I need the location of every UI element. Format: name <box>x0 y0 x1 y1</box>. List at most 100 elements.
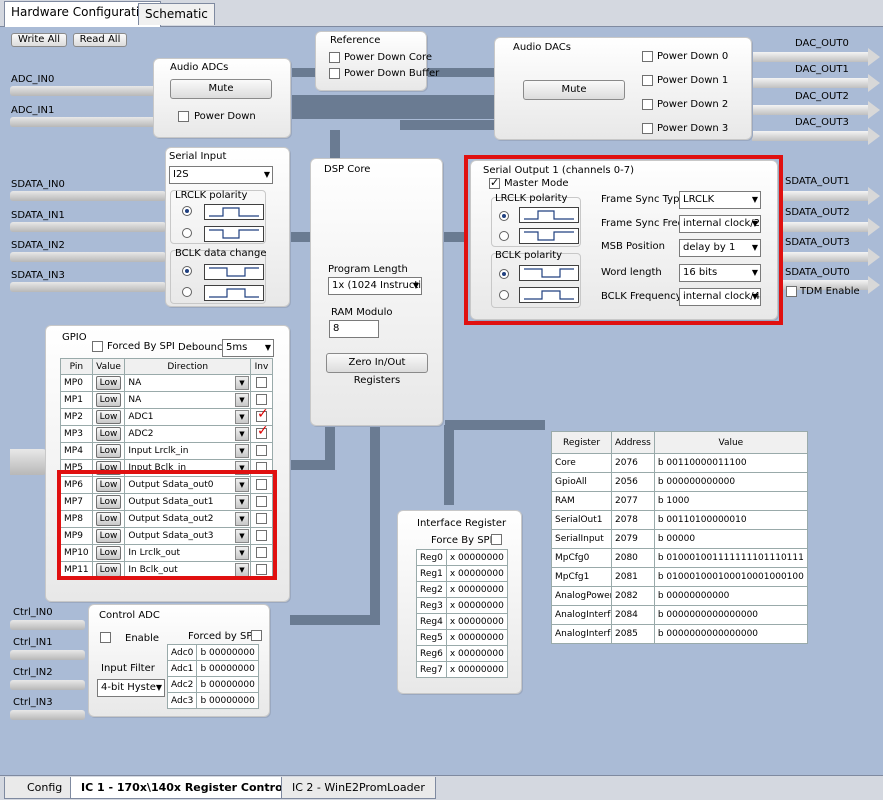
bus-ctrl-iface <box>290 615 380 625</box>
gpio-inv-checkbox[interactable] <box>256 377 267 388</box>
chevron-down-icon[interactable]: ▼ <box>235 444 249 458</box>
chevron-down-icon[interactable]: ▼ <box>235 410 249 424</box>
si-lrclk-radio-1[interactable] <box>182 206 192 216</box>
dac-pd2-label: Power Down 2 <box>657 99 729 110</box>
dac-pd2-checkbox[interactable] <box>642 99 653 110</box>
iface-reg-value[interactable]: x 00000000 <box>445 549 508 566</box>
adc-power-down-checkbox[interactable] <box>178 111 189 122</box>
sdata-in0-line <box>10 191 166 201</box>
tdm-enable-checkbox[interactable] <box>786 286 797 297</box>
si-bclk-radio-2[interactable] <box>182 287 192 297</box>
gpio-direction-cell[interactable]: Input Lrclk_in ▼ <box>124 442 251 460</box>
adc-value[interactable]: b 00000000 <box>196 692 259 709</box>
register-address: 2085 <box>611 624 655 644</box>
gpio-direction-cell[interactable]: ADC1 ▼ <box>124 408 251 426</box>
ctrl-in2-line <box>10 680 85 690</box>
bus-gpio-vert <box>325 420 335 470</box>
register-value[interactable]: b 0000000000000000 <box>653 605 808 625</box>
tab-ic2-e2promloader[interactable]: IC 2 - WinE2PromLoader <box>281 777 436 799</box>
register-address: 2081 <box>611 567 655 587</box>
chevron-down-icon[interactable]: ▼ <box>235 427 249 441</box>
adc-in1-label: ADC_IN1 <box>11 105 55 116</box>
gpio-value-button[interactable]: Low <box>95 393 122 407</box>
dac-mute-button[interactable]: Mute <box>523 80 625 100</box>
adc-mute-button[interactable]: Mute <box>170 79 272 99</box>
tab-ic1-register-control[interactable]: IC 1 - 170x\140x Register Control <box>70 777 298 799</box>
register-value[interactable]: b 00000 <box>653 529 808 549</box>
gpio-inv-checkbox[interactable] <box>256 394 267 405</box>
adc-value[interactable]: b 00000000 <box>196 676 259 693</box>
register-value[interactable]: b 00110000011100 <box>653 453 808 473</box>
gpio-inv-checkbox[interactable] <box>256 410 269 422</box>
control-adc-forced-checkbox[interactable] <box>251 630 262 641</box>
input-filter-select[interactable]: 4-bit Hyste <box>97 679 165 697</box>
register-value[interactable]: b 0000000000000000 <box>653 624 808 644</box>
gpio-value-button[interactable]: Low <box>95 427 122 441</box>
chevron-down-icon[interactable]: ▼ <box>235 376 249 390</box>
register-value[interactable]: b 000000000000 <box>653 472 808 492</box>
register-value[interactable]: b 00110100000010 <box>653 510 808 530</box>
gpio-direction-cell[interactable]: NA ▼ <box>124 391 251 409</box>
ram-modulo-input[interactable]: 8 <box>329 320 379 338</box>
pd-core-checkbox[interactable] <box>329 52 340 63</box>
program-length-select[interactable]: 1x (1024 Instructi <box>328 277 422 295</box>
gpio-value-button[interactable]: Low <box>95 410 122 424</box>
write-all-button[interactable]: Write All <box>11 33 67 47</box>
gpio-value-button[interactable]: Low <box>95 444 122 458</box>
adc-value[interactable]: b 00000000 <box>196 644 259 661</box>
dac-pd1-checkbox[interactable] <box>642 75 653 86</box>
sdata-out2-arrow <box>782 218 880 236</box>
serial-input-panel: Serial Input I2S LRCLK polarity BCLK dat… <box>165 147 290 307</box>
gpio-value-cell: Low <box>91 391 126 409</box>
iface-force-spi-checkbox[interactable] <box>491 534 502 545</box>
dac-pd0-label: Power Down 0 <box>657 51 729 62</box>
tab-schematic[interactable]: Schematic <box>138 3 215 25</box>
dac-pd3-checkbox[interactable] <box>642 123 653 134</box>
input-filter-label: Input Filter <box>101 663 155 674</box>
iface-reg-value[interactable]: x 00000000 <box>445 597 508 614</box>
debounce-select[interactable]: 5ms <box>222 339 274 357</box>
gpio-inv-checkbox[interactable] <box>256 445 267 456</box>
chevron-down-icon[interactable]: ▼ <box>235 393 249 407</box>
gpio-value-button[interactable]: Low <box>95 376 122 390</box>
si-bclk-radio-1[interactable] <box>182 266 192 276</box>
register-row: SerialOut1 2078 b 00110100000010 <box>551 510 808 530</box>
iface-reg-value[interactable]: x 00000000 <box>445 645 508 662</box>
iface-row: Reg1 x 00000000 <box>416 565 508 582</box>
bus-main <box>255 95 495 119</box>
register-value[interactable]: b 00000000000 <box>653 586 808 606</box>
register-name: MpCfg1 <box>551 567 612 587</box>
gpio-direction-cell[interactable]: NA ▼ <box>124 374 251 392</box>
bus-serial-dsp <box>290 232 310 242</box>
gpio-direction: ADC2 <box>128 429 154 439</box>
iface-reg-value[interactable]: x 00000000 <box>445 581 508 598</box>
audio-adcs-panel: Audio ADCs Mute Power Down <box>153 58 291 138</box>
tab-config[interactable]: Config <box>4 777 74 799</box>
si-lrclk-radio-2[interactable] <box>182 228 192 238</box>
dac-out3-arrow <box>752 127 880 145</box>
serial-input-format-select[interactable]: I2S <box>169 166 273 184</box>
sdata-out1-label: SDATA_OUT1 <box>785 176 850 187</box>
zero-registers-button[interactable]: Zero In/Out Registers <box>326 353 428 386</box>
iface-reg-value[interactable]: x 00000000 <box>445 613 508 630</box>
register-value[interactable]: b 010001001111111101110111 <box>653 548 808 568</box>
iface-reg-value[interactable]: x 00000000 <box>445 565 508 582</box>
iface-reg-value[interactable]: x 00000000 <box>445 629 508 646</box>
register-value[interactable]: b 1000 <box>653 491 808 511</box>
control-adc-enable-checkbox[interactable] <box>100 632 111 643</box>
gpio-inv-checkbox[interactable] <box>256 427 269 439</box>
iface-reg-value[interactable]: x 00000000 <box>445 661 508 678</box>
pd-buffer-checkbox[interactable] <box>329 68 340 79</box>
adc-value[interactable]: b 00000000 <box>196 660 259 677</box>
si-lrclk-wave-2 <box>204 226 264 242</box>
register-row: MpCfg1 2081 b 010001000100010001000100 <box>551 567 808 587</box>
reg-header-address: Address <box>611 431 655 454</box>
gpio-direction-cell[interactable]: ADC2 ▼ <box>124 425 251 443</box>
gpio-forced-spi-checkbox[interactable] <box>92 341 103 352</box>
pd-buffer-label: Power Down Buffer <box>344 68 440 79</box>
read-all-button[interactable]: Read All <box>73 33 127 47</box>
register-value[interactable]: b 010001000100010001000100 <box>653 567 808 587</box>
dac-pd0-checkbox[interactable] <box>642 51 653 62</box>
register-address: 2084 <box>611 605 655 625</box>
program-length-label: Program Length <box>328 264 408 275</box>
